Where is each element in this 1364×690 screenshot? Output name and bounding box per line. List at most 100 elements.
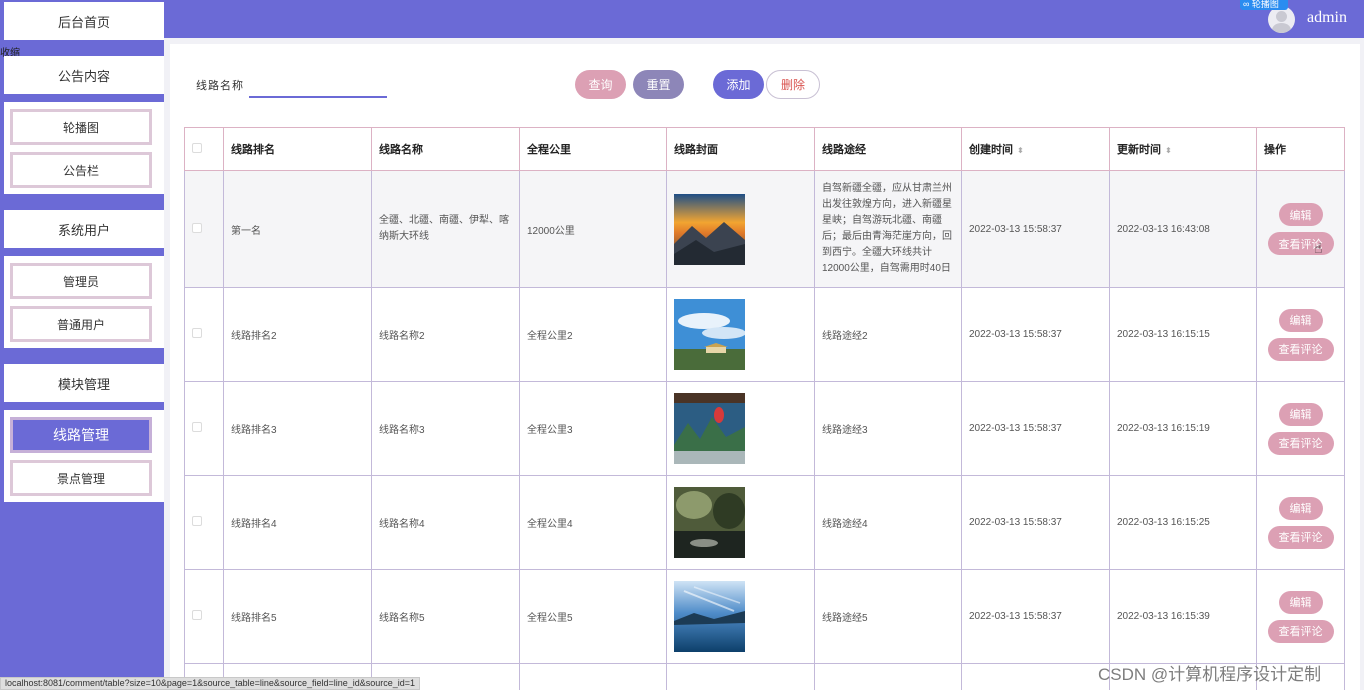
edit-button[interactable]: 编辑 [1278, 402, 1323, 426]
row-checkbox[interactable] [184, 475, 224, 570]
checkbox-icon [192, 222, 202, 233]
cell-route: 线路途经4 [814, 475, 962, 570]
cell-name: 全疆、北疆、南疆、伊犁、喀纳斯大环线 [371, 170, 520, 288]
sidebar-item-notice-board[interactable]: 公告栏 [10, 152, 152, 188]
cell-rank: 线路排名5 [223, 569, 372, 664]
cell-route: 线路途经2 [814, 287, 962, 382]
search-input[interactable] [249, 72, 387, 98]
cell-cover [666, 381, 815, 476]
reset-button[interactable]: 重置 [633, 70, 684, 99]
col-distance: 全程公里 [519, 127, 667, 171]
cell-name: 线路名称2 [371, 287, 520, 382]
checkbox-icon [192, 328, 202, 338]
cell-created: 2022-03-13 15:58:37 [961, 287, 1110, 382]
cover-image-blue-lake[interactable] [674, 581, 745, 652]
sidebar-section-modules[interactable]: 模块管理 [4, 364, 164, 402]
cell-rank: 线路排名2 [223, 287, 372, 382]
table-row: 第一名 全疆、北疆、南疆、伊犁、喀纳斯大环线 12000公里 自驾新疆全疆，应从… [184, 170, 1345, 288]
col-name: 线路名称 [371, 127, 520, 171]
cover-image-sunset-mountains[interactable] [674, 193, 745, 265]
table-row: 线路排名2 线路名称2 全程公里2 线路途经2 2022-03-13 15:58… [184, 287, 1345, 382]
cell-actions: 编辑 查看评论 [1256, 170, 1345, 288]
col-rank: 线路排名 [223, 127, 372, 171]
col-route: 线路途经 [814, 127, 962, 171]
route-description: 自驾新疆全疆，应从甘肃兰州出发往敦煌方向，进入新疆星星峡；自驾游玩北疆、南疆后；… [822, 183, 952, 274]
sidebar-item-scenic-management[interactable]: 景点管理 [10, 460, 152, 496]
checkbox-icon [192, 516, 202, 526]
cell-route: 自驾新疆全疆，应从甘肃兰州出发往敦煌方向，进入新疆星星峡；自驾游玩北疆、南疆后；… [814, 170, 962, 288]
cell-updated: 2022-03-13 16:43:08 [1109, 170, 1257, 288]
cell-route [814, 663, 962, 690]
username[interactable]: admin [1307, 9, 1347, 27]
cell-route: 线路途经5 [814, 569, 962, 664]
edit-button[interactable]: 编辑 [1278, 308, 1323, 332]
sidebar-home[interactable]: 后台首页 [4, 2, 164, 40]
cell-distance: 全程公里2 [519, 287, 667, 382]
cell-created [961, 663, 1110, 690]
cell-distance [519, 663, 667, 690]
add-button[interactable]: 添加 [713, 70, 764, 99]
col-actions: 操作 [1256, 127, 1345, 171]
cell-updated: 2022-03-13 16:15:15 [1109, 287, 1257, 382]
cell-created: 2022-03-13 15:58:37 [961, 381, 1110, 476]
sort-icon[interactable]: ⬍ [1017, 146, 1024, 155]
cell-updated: 2022-03-13 16:15:19 [1109, 381, 1257, 476]
col-updated[interactable]: 更新时间 ⬍ [1109, 127, 1257, 171]
query-button[interactable]: 查询 [575, 70, 626, 99]
view-comments-button[interactable]: 查看评论 [1267, 619, 1334, 643]
edit-button[interactable]: 编辑 [1278, 590, 1323, 614]
avatar[interactable] [1268, 6, 1295, 33]
sidebar-item-route-management[interactable]: 线路管理 [10, 417, 152, 453]
col-created-label: 创建时间 [969, 144, 1013, 156]
row-checkbox[interactable] [184, 170, 224, 288]
row-checkbox[interactable] [184, 287, 224, 382]
cell-name: 线路名称4 [371, 475, 520, 570]
cell-created: 2022-03-13 15:58:37 [961, 569, 1110, 664]
cell-created: 2022-03-13 15:58:37 [961, 475, 1110, 570]
cell-name: 线路名称3 [371, 381, 520, 476]
top-header [164, 0, 1364, 38]
sidebar-section-announcements[interactable]: 公告内容 [4, 56, 164, 94]
sidebar-item-normal-user[interactable]: 普通用户 [10, 306, 152, 342]
cell-distance: 全程公里3 [519, 381, 667, 476]
cell-actions: 编辑 查看评论 [1256, 475, 1345, 570]
edit-button[interactable]: 编辑 [1278, 203, 1323, 226]
delete-button[interactable]: 删除 [766, 70, 820, 99]
view-comments-button[interactable]: 查看评论 [1267, 525, 1334, 549]
cell-route: 线路途经3 [814, 381, 962, 476]
col-updated-label: 更新时间 [1117, 144, 1161, 156]
cell-cover [666, 475, 815, 570]
cover-image-sky-village[interactable] [674, 299, 745, 370]
cover-image-karst-lantern[interactable] [674, 393, 745, 464]
view-comments-button[interactable]: 查看评论 [1267, 232, 1334, 255]
view-comments-button[interactable]: 查看评论 [1267, 431, 1334, 455]
browser-status-bar: localhost:8081/comment/table?size=10&pag… [0, 677, 421, 690]
tray-badge: ∞ 轮播图 [1240, 0, 1288, 10]
cell-cover [666, 287, 815, 382]
sidebar-item-admin[interactable]: 管理员 [10, 263, 152, 299]
row-checkbox[interactable] [184, 569, 224, 664]
cell-updated: 2022-03-13 16:15:39 [1109, 569, 1257, 664]
cover-image-forest-lake[interactable] [674, 487, 745, 558]
table-row: 线路排名5 线路名称5 全程公里5 线路途经5 2022-03-13 15:58… [184, 569, 1345, 664]
cell-cover [666, 170, 815, 288]
cell-distance: 12000公里 [519, 170, 667, 288]
col-cover: 线路封面 [666, 127, 815, 171]
search-label: 线路名称 [196, 80, 244, 92]
checkbox-icon [192, 422, 202, 432]
sidebar-item-carousel[interactable]: 轮播图 [10, 109, 152, 145]
checkbox-icon [192, 142, 202, 153]
cell-distance: 全程公里5 [519, 569, 667, 664]
row-checkbox[interactable] [184, 381, 224, 476]
cell-updated: 2022-03-13 16:15:25 [1109, 475, 1257, 570]
cell-actions: 编辑 查看评论 [1256, 381, 1345, 476]
cell-distance: 全程公里4 [519, 475, 667, 570]
select-all-checkbox[interactable] [184, 127, 224, 171]
col-created[interactable]: 创建时间 ⬍ [961, 127, 1110, 171]
hand-cursor-icon: ☝ [1314, 240, 1323, 256]
cell-cover [666, 663, 815, 690]
view-comments-button[interactable]: 查看评论 [1267, 337, 1334, 361]
sort-icon[interactable]: ⬍ [1165, 146, 1172, 155]
edit-button[interactable]: 编辑 [1278, 496, 1323, 520]
sidebar-section-users[interactable]: 系统用户 [4, 210, 164, 248]
